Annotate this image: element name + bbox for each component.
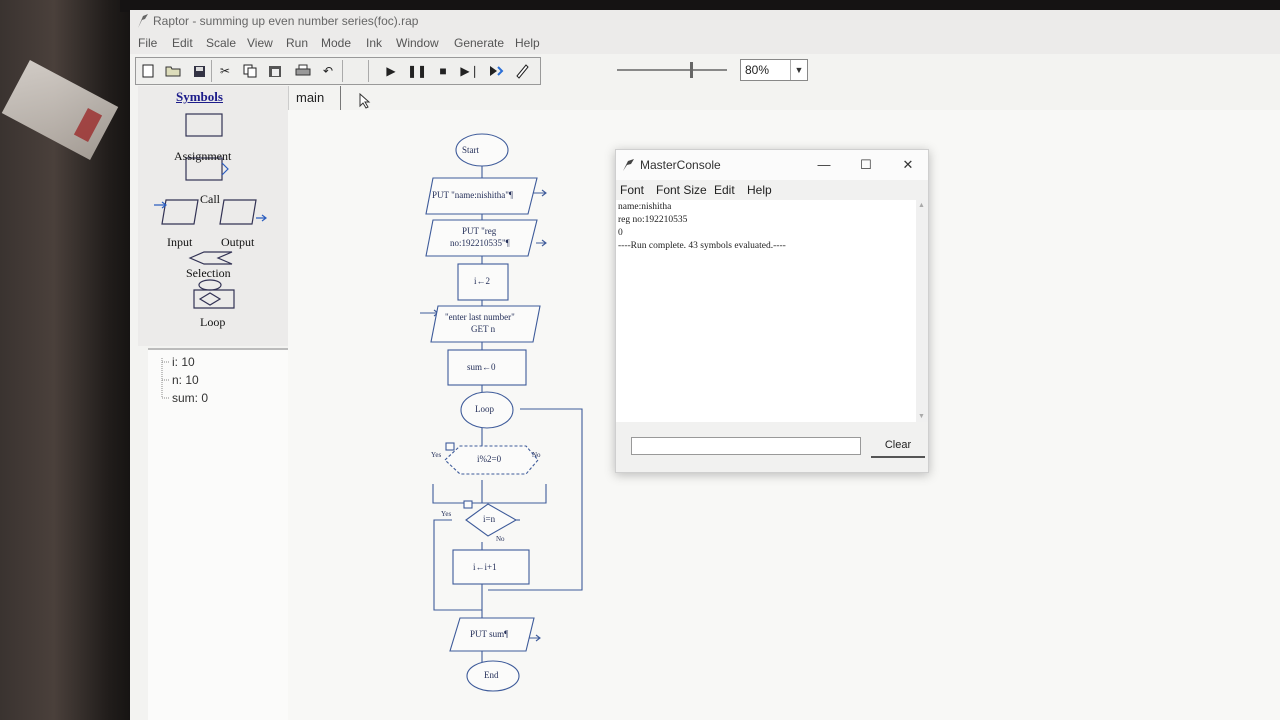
raptor-app-icon	[138, 14, 148, 28]
call-label[interactable]: Call	[200, 192, 220, 207]
output-label[interactable]: Output	[221, 235, 254, 250]
input-get-label: GET n	[471, 324, 496, 334]
yes-label-1: Yes	[431, 451, 442, 459]
tree-lines	[161, 358, 170, 399]
undo-icon[interactable]: ↶	[318, 61, 338, 81]
input-label[interactable]: Input	[167, 235, 192, 250]
loop-symbol-top	[198, 279, 222, 291]
console-menu-edit[interactable]: Edit	[714, 180, 735, 200]
menu-run[interactable]: Run	[286, 32, 308, 54]
mouse-cursor-icon	[359, 93, 371, 109]
tab-main[interactable]: main	[288, 86, 341, 110]
menu-edit[interactable]: Edit	[172, 32, 193, 54]
assign-sum-label: sum←0	[467, 362, 496, 372]
end-label: End	[484, 670, 499, 680]
console-command-input[interactable]	[631, 437, 861, 455]
open-folder-icon[interactable]	[163, 61, 183, 81]
menu-file[interactable]: File	[138, 32, 157, 54]
output-line: ----Run complete. 43 symbols evaluated.-…	[618, 241, 786, 251]
console-output[interactable]: name:nishitha reg no:192210535 0 ----Run…	[616, 200, 916, 422]
paste-icon[interactable]	[265, 61, 285, 81]
variables-panel: i: 10 n: 10 sum: 0	[148, 348, 294, 720]
chevron-down-icon: ▼	[790, 60, 807, 80]
cut-icon[interactable]: ✂	[215, 61, 235, 81]
selection-symbol	[188, 251, 233, 265]
window-title: Raptor - summing up even number series(f…	[153, 14, 419, 28]
pause-icon[interactable]: ❚❚	[407, 61, 427, 81]
collapse-box-2	[463, 500, 473, 509]
step-icon[interactable]: ▶❘	[460, 61, 480, 81]
close-button[interactable]: ✕	[888, 150, 928, 180]
input-symbol	[161, 199, 199, 225]
no-label-2: No	[496, 535, 505, 543]
menu-window[interactable]: Window	[396, 32, 439, 54]
output-symbol	[219, 199, 257, 225]
start-label: Start	[462, 145, 479, 155]
increment-label: i←i+1	[473, 562, 497, 572]
console-title: MasterConsole	[640, 158, 721, 172]
stop-icon[interactable]: ■	[433, 61, 453, 81]
symbols-panel: Symbols Assignment Call Input Output Sel…	[138, 86, 289, 346]
zoom-slider-handle[interactable]	[690, 62, 693, 78]
raptor-app-icon	[623, 159, 634, 171]
loop-label[interactable]: Loop	[200, 315, 225, 330]
title-bar: Raptor - summing up even number series(f…	[130, 10, 1280, 32]
toolbar: ✂ ↶ ▶ ❚❚ ■ ▶❘	[135, 57, 541, 85]
collapse-box-1	[445, 442, 455, 451]
scroll-down-icon[interactable]: ▼	[918, 413, 925, 420]
master-console-window: MasterConsole — ☐ ✕ Font Font Size Edit …	[615, 149, 929, 473]
loop-symbol	[193, 289, 235, 309]
zoom-select[interactable]: 80% ▼	[740, 59, 808, 81]
step-into-icon[interactable]	[486, 61, 506, 81]
run-icon[interactable]: ▶	[381, 61, 401, 81]
output-line: reg no:192210535	[618, 215, 688, 225]
even-condition-label: i%2=0	[477, 454, 502, 464]
put-reg-label-2: no:192210535"¶	[450, 238, 510, 248]
yes-label-2: Yes	[441, 510, 452, 518]
console-scrollbar[interactable]: ▲ ▼	[916, 200, 928, 422]
menu-scale[interactable]: Scale	[206, 32, 236, 54]
scroll-up-icon[interactable]: ▲	[918, 202, 925, 209]
minimize-button[interactable]: —	[804, 150, 844, 180]
menu-generate[interactable]: Generate	[454, 32, 504, 54]
console-menu-help[interactable]: Help	[747, 180, 772, 200]
menu-ink[interactable]: Ink	[366, 32, 382, 54]
save-icon[interactable]	[189, 61, 209, 81]
menu-bar: File Edit Scale View Run Mode Ink Window…	[130, 32, 1280, 54]
menu-help[interactable]: Help	[515, 32, 540, 54]
put-reg-label-1: PUT "reg	[462, 226, 497, 236]
exit-condition-label: i=n	[483, 514, 496, 524]
menu-view[interactable]: View	[247, 32, 273, 54]
new-file-icon[interactable]	[138, 61, 158, 81]
clear-button[interactable]: Clear	[871, 434, 925, 458]
raptor-window: Raptor - summing up even number series(f…	[130, 10, 1280, 720]
menu-mode[interactable]: Mode	[321, 32, 351, 54]
assignment-label[interactable]: Assignment	[174, 149, 231, 164]
input-prompt-label: "enter last number"	[445, 312, 515, 322]
variable-n: n: 10	[172, 373, 199, 387]
pen-icon[interactable]	[512, 61, 532, 81]
no-label-1: No	[532, 451, 541, 459]
console-menu-font[interactable]: Font	[620, 180, 644, 200]
output-line: name:nishitha	[618, 202, 672, 212]
zoom-slider[interactable]	[617, 69, 727, 71]
variable-i: i: 10	[172, 355, 195, 369]
console-title-bar: MasterConsole — ☐ ✕	[616, 150, 928, 180]
copy-icon[interactable]	[240, 61, 260, 81]
console-menu-font-size[interactable]: Font Size	[656, 180, 707, 200]
assign-i-label: i←2	[474, 276, 491, 286]
maximize-button[interactable]: ☐	[846, 150, 886, 180]
print-icon[interactable]	[293, 61, 313, 81]
output-line: 0	[618, 228, 623, 238]
assignment-symbol	[185, 113, 223, 137]
put-sum-label: PUT sum¶	[470, 629, 509, 639]
selection-label[interactable]: Selection	[186, 266, 231, 281]
put-name-label: PUT "name:nishitha"¶	[432, 190, 514, 200]
symbol-shapes	[154, 113, 267, 309]
variable-sum: sum: 0	[172, 391, 209, 405]
console-menu-bar: Font Font Size Edit Help	[616, 180, 928, 200]
loop-label: Loop	[475, 404, 494, 414]
